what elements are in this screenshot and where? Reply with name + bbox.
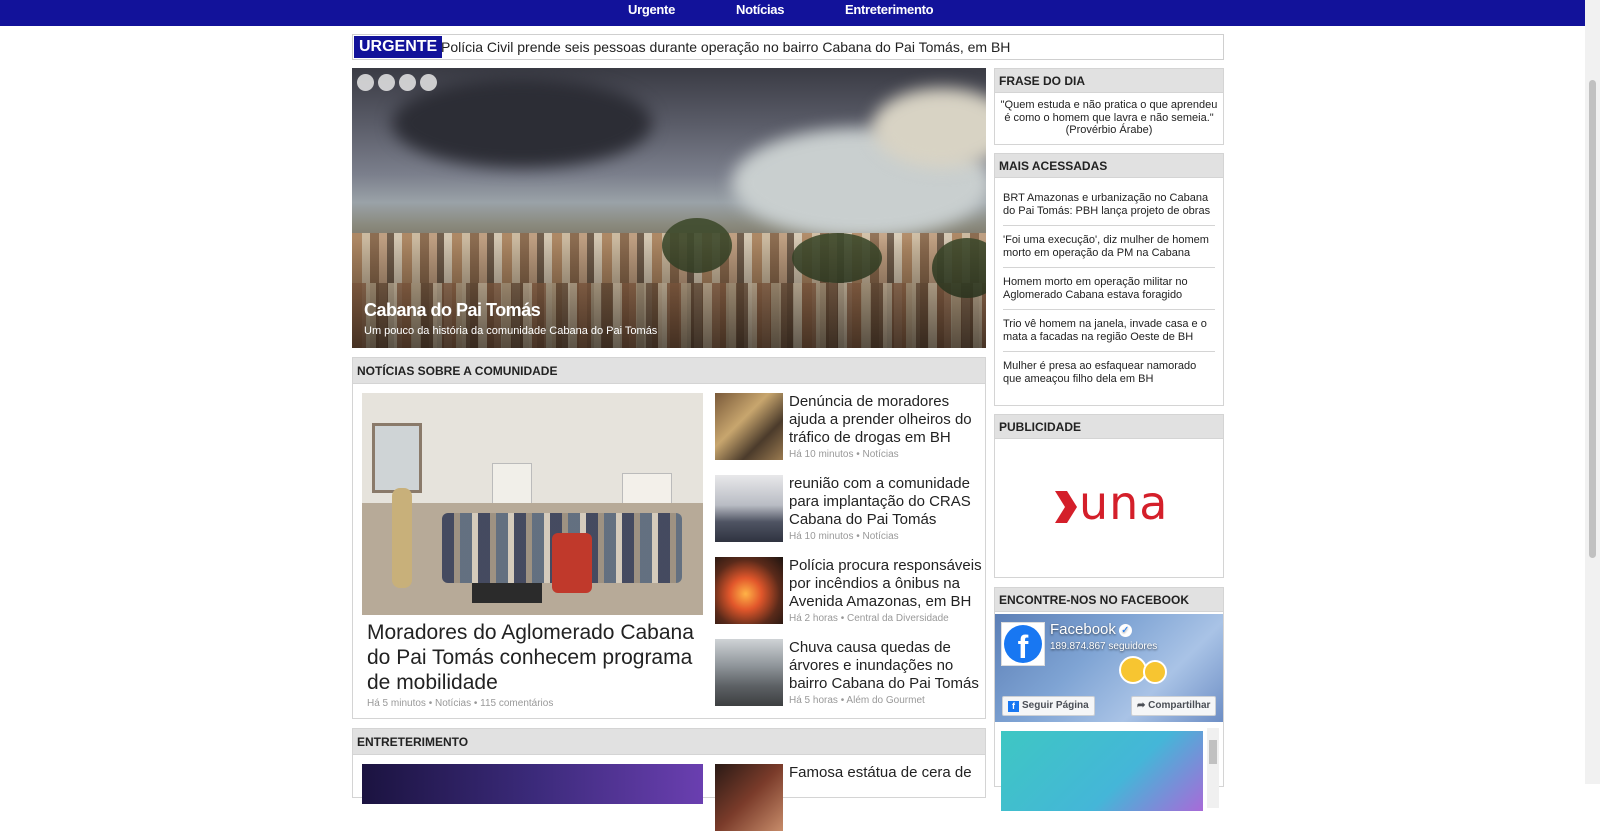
scrollbar-thumb[interactable] [1589, 80, 1596, 558]
slider-dot-2[interactable] [378, 74, 395, 91]
side-story-title[interactable]: Polícia procura responsáveis por incêndi… [789, 557, 984, 611]
side-story-thumbnail[interactable] [715, 393, 783, 460]
slider-dot-3[interactable] [399, 74, 416, 91]
share-arrow-icon: ➦ [1137, 700, 1149, 711]
side-story[interactable]: Famosa estátua de cera de [715, 764, 985, 831]
community-news-section: NOTÍCIAS SOBRE A COMUNIDADE Moradores do… [352, 357, 986, 719]
una-brand-text: una [1079, 476, 1169, 530]
most-read-item[interactable]: Homem morto em operação militar no Aglom… [1003, 268, 1215, 310]
side-story-title[interactable]: Chuva causa quedas de árvores e inundaçõ… [789, 639, 984, 693]
side-story-title[interactable]: Denúncia de moradores ajuda a prender ol… [789, 393, 984, 447]
side-story-meta: Há 2 horas • Central da Diversidade [789, 613, 949, 624]
facebook-page-plugin[interactable]: f Facebook ✓ 189.874.867 seguidores f Segu… [995, 614, 1223, 722]
side-story[interactable]: Chuva causa quedas de árvores e inundaçõ… [715, 639, 985, 709]
facebook-heading: ENCONTRE-NOS NO FACEBOOK [995, 588, 1223, 612]
slider-dot-1[interactable] [357, 74, 374, 91]
most-read-heading: MAIS ACESSADAS [995, 154, 1223, 178]
main-story-meta: Há 5 minutos • Notícias • 115 comentário… [367, 698, 554, 709]
una-ad-banner[interactable]: una [995, 441, 1223, 577]
hero-subtitle: Um pouco da história da comunidade Caban… [364, 325, 658, 337]
hero-slider[interactable]: Cabana do Pai Tomás Um pouco da história… [352, 68, 986, 348]
main-story-image[interactable] [362, 393, 703, 615]
laugh-emoji-icon [1143, 660, 1167, 684]
verified-badge-icon: ✓ [1118, 624, 1132, 637]
community-news-heading: NOTÍCIAS SOBRE A COMUNIDADE [353, 358, 985, 384]
facebook-box: ENCONTRE-NOS NO FACEBOOK f Facebook ✓ 189… [994, 587, 1224, 811]
facebook-f-icon: f [1004, 625, 1042, 665]
nav-item-entreterimento[interactable]: Entreterimento [845, 2, 934, 17]
hero-title[interactable]: Cabana do Pai Tomás [364, 300, 541, 321]
main-story-title[interactable]: Moradores do Aglomerado Cabana do Pai To… [367, 620, 703, 695]
facebook-feed[interactable] [1001, 728, 1219, 811]
facebook-feed-scrollbar[interactable] [1207, 728, 1219, 808]
quote-heading: FRASE DO DIA [995, 69, 1223, 93]
share-button[interactable]: ➦ Compartilhar [1131, 696, 1217, 716]
side-story[interactable]: Polícia procura responsáveis por incêndi… [715, 557, 985, 627]
urgent-label: URGENTE [354, 36, 443, 58]
most-read-item[interactable]: BRT Amazonas e urbanização no Cabana do … [1003, 184, 1215, 226]
slider-dots [357, 74, 441, 96]
side-story[interactable]: Denúncia de moradores ajuda a prender ol… [715, 393, 985, 463]
facebook-page-avatar[interactable]: f [1001, 622, 1045, 666]
side-story-meta: Há 10 minutos • Notícias [789, 449, 899, 460]
side-story[interactable]: reunião com a comunidade para implantaçã… [715, 475, 985, 545]
urgent-headline[interactable]: Polícia Civil prende seis pessoas durant… [441, 39, 1010, 55]
most-read-box: MAIS ACESSADAS BRT Amazonas e urbanizaçã… [994, 153, 1224, 406]
follow-page-button[interactable]: f Seguir Página [1002, 696, 1095, 716]
facebook-followers: 189.874.867 seguidores [1050, 641, 1158, 652]
top-navigation: Urgente Notícias Entreterimento [0, 0, 1585, 26]
most-read-item[interactable]: Trio vê homem na janela, invade casa e o… [1003, 310, 1215, 352]
facebook-page-name[interactable]: Facebook ✓ [1050, 621, 1132, 638]
slider-dot-4[interactable] [420, 74, 437, 91]
nav-item-noticias[interactable]: Notícias [736, 2, 784, 17]
side-story-title[interactable]: Famosa estátua de cera de [789, 764, 984, 782]
entertainment-section: ENTRETERIMENTO Famosa estátua de cera de [352, 728, 986, 831]
side-story-thumbnail[interactable] [715, 557, 783, 624]
side-story-meta: Há 5 horas • Além do Gourmet [789, 695, 925, 706]
facebook-post-image[interactable] [1001, 731, 1203, 811]
nav-item-urgente[interactable]: Urgente [628, 2, 675, 17]
most-read-item[interactable]: 'Foi uma execução', diz mulher de homem … [1003, 226, 1215, 268]
side-story-thumbnail[interactable] [715, 475, 783, 542]
side-story-title[interactable]: reunião com a comunidade para implantaçã… [789, 475, 984, 529]
quote-of-the-day-box: FRASE DO DIA "Quem estuda e não pratica … [994, 68, 1224, 145]
side-story-meta: Há 10 minutos • Notícias [789, 531, 899, 542]
most-read-item[interactable]: Mulher é presa ao esfaquear namorado que… [1003, 352, 1215, 393]
urgent-ticker[interactable]: URGENTE Polícia Civil prende seis pessoa… [352, 34, 1224, 60]
entertainment-heading: ENTRETERIMENTO [353, 729, 985, 755]
advertising-heading: PUBLICIDADE [995, 415, 1223, 439]
page-scrollbar[interactable] [1585, 0, 1600, 784]
facebook-f-icon: f [1008, 701, 1019, 712]
side-story-thumbnail[interactable] [715, 764, 783, 831]
side-story-thumbnail[interactable] [715, 639, 783, 706]
advertising-box: PUBLICIDADE una [994, 414, 1224, 578]
entertainment-main-image[interactable] [362, 764, 703, 804]
quote-text: "Quem estuda e não pratica o que aprende… [1000, 99, 1218, 136]
